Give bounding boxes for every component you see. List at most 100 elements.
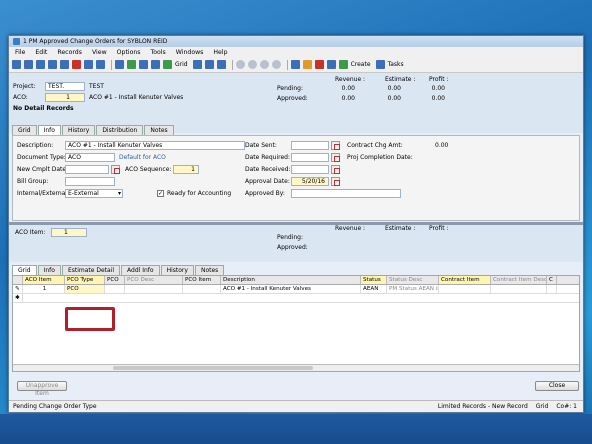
people-icon[interactable]	[302, 60, 312, 69]
menu-help[interactable]: Help	[213, 49, 227, 56]
first-record-icon[interactable]	[235, 60, 245, 69]
table-row[interactable]: ✎ 1 PCO ACO #1 - Install Kenuter Valves …	[13, 285, 579, 294]
menu-records[interactable]: Records	[57, 49, 82, 56]
column-pco-item[interactable]: PCO Item	[183, 276, 221, 284]
internal-external-select[interactable]: E-External	[65, 189, 123, 198]
description-field[interactable]: ACO #1 - Install Kenuter Valves	[65, 141, 245, 150]
layout-1-icon[interactable]	[192, 60, 202, 69]
calendar-icon[interactable]	[331, 153, 340, 162]
close-button[interactable]: Close	[535, 381, 579, 391]
menu-view[interactable]: View	[92, 49, 107, 56]
tab-history[interactable]: History	[160, 265, 194, 275]
undo-icon[interactable]	[84, 60, 93, 69]
tab-distribution[interactable]: Distribution	[96, 125, 144, 135]
column-contract-item[interactable]: Contract Item	[439, 276, 491, 284]
notes-icon[interactable]	[314, 60, 324, 69]
aco-sequence-field[interactable]: 1	[173, 165, 199, 174]
project-field[interactable]: TEST.	[45, 82, 85, 91]
tab-estimate-detail[interactable]: Estimate Detail	[61, 265, 121, 275]
column-pco-type[interactable]: PCO Type	[65, 276, 105, 284]
column-status[interactable]: Status	[361, 276, 387, 284]
approved-by-field[interactable]	[291, 189, 401, 198]
date-received-label: Date Received:	[245, 166, 291, 173]
save-icon[interactable]	[48, 60, 57, 69]
new-cmplt-date-field[interactable]	[65, 165, 109, 174]
column-description[interactable]: Description	[221, 276, 361, 284]
tab-grid[interactable]: Grid	[12, 265, 37, 275]
next-record-icon[interactable]	[259, 60, 269, 69]
cell-pco[interactable]	[105, 285, 125, 293]
column-aco-item[interactable]: ACO Item	[23, 276, 65, 284]
last-record-icon[interactable]	[271, 60, 281, 69]
aco-item-field[interactable]: 1	[51, 228, 87, 237]
cell-pco-type[interactable]: PCO	[65, 285, 105, 293]
delete-icon[interactable]	[72, 60, 81, 69]
spellcheck-icon[interactable]	[151, 60, 160, 69]
menu-edit[interactable]: Edit	[35, 49, 47, 56]
tab-history[interactable]: History	[61, 125, 96, 135]
brush-icon[interactable]	[139, 60, 148, 69]
cell-status[interactable]: AEAN	[361, 285, 387, 293]
calendar-icon[interactable]	[111, 165, 120, 174]
column-c[interactable]: C	[547, 276, 557, 284]
cell-c[interactable]	[547, 285, 557, 293]
horizontal-scrollbar[interactable]	[13, 364, 579, 371]
new-row[interactable]: ✱	[13, 294, 579, 303]
column-contract-item-desc[interactable]: Contract Item Desc	[491, 276, 547, 284]
cell-pco-item[interactable]	[183, 285, 221, 293]
prev-record-icon[interactable]	[247, 60, 257, 69]
tab-notes[interactable]: Notes	[194, 265, 225, 275]
open-icon[interactable]	[36, 60, 45, 69]
column-pco[interactable]: PCO	[105, 276, 125, 284]
date-sent-label: Date Sent:	[245, 142, 277, 149]
layout-3-icon[interactable]	[216, 60, 226, 69]
tab-info[interactable]: Info	[37, 265, 61, 275]
cell-aco-item[interactable]: 1	[23, 285, 65, 293]
menu-options[interactable]: Options	[117, 49, 141, 56]
edit-icon[interactable]	[326, 60, 336, 69]
cell-pco-desc[interactable]	[125, 285, 183, 293]
aco-field[interactable]: 1	[45, 93, 85, 102]
grid-icon[interactable]	[163, 60, 172, 69]
create-menu-button[interactable]: Create	[351, 61, 371, 68]
new-icon[interactable]	[12, 60, 21, 69]
tasks-icon[interactable]	[375, 60, 385, 69]
unapprove-item-button[interactable]: Unapprove Item	[17, 381, 67, 397]
layout-2-icon[interactable]	[204, 60, 214, 69]
column-status-desc[interactable]: Status Desc	[387, 276, 439, 284]
grid-menu-button[interactable]: Grid	[175, 61, 188, 68]
approval-date-field[interactable]: 5/20/16	[291, 177, 329, 186]
report-icon[interactable]	[338, 60, 348, 69]
ready-for-accounting-checkbox[interactable]: ✓	[157, 190, 164, 197]
date-sent-field[interactable]	[291, 141, 329, 150]
title-bar: 1 PM Approved Change Orders for SYBLON R…	[9, 36, 583, 47]
tasks-menu-button[interactable]: Tasks	[388, 61, 404, 68]
calculator-icon[interactable]	[115, 60, 124, 69]
filter-icon[interactable]	[127, 60, 136, 69]
date-required-field[interactable]	[291, 153, 329, 162]
date-received-field[interactable]	[291, 165, 329, 174]
doctype-field[interactable]: ACO	[65, 153, 115, 162]
tab-notes[interactable]: Notes	[144, 125, 174, 135]
column-pco-desc[interactable]: PCO Desc	[125, 276, 183, 284]
scrollbar-thumb[interactable]	[113, 366, 313, 370]
tab-grid[interactable]: Grid	[12, 125, 37, 135]
attach-icon[interactable]	[290, 60, 300, 69]
calendar-icon[interactable]	[331, 177, 340, 186]
cell-contract-item-desc[interactable]	[491, 285, 547, 293]
save-all-icon[interactable]	[60, 60, 69, 69]
cell-contract-item[interactable]	[439, 285, 491, 293]
tab-addl-info[interactable]: Addl Info	[121, 265, 160, 275]
cell-description[interactable]: ACO #1 - Install Kenuter Valves	[221, 285, 361, 293]
calendar-icon[interactable]	[331, 165, 340, 174]
bill-group-field[interactable]	[65, 177, 115, 186]
link-icon[interactable]	[24, 60, 33, 69]
row-indicator-header	[13, 276, 23, 284]
cell-status-desc[interactable]: PM Status AEAN is	[387, 285, 439, 293]
menu-windows[interactable]: Windows	[176, 49, 204, 56]
calendar-icon[interactable]	[331, 141, 340, 150]
menu-file[interactable]: File	[15, 49, 25, 56]
menu-tools[interactable]: Tools	[151, 49, 166, 56]
tab-info[interactable]: Info	[37, 125, 61, 135]
refresh-icon[interactable]	[96, 60, 105, 69]
